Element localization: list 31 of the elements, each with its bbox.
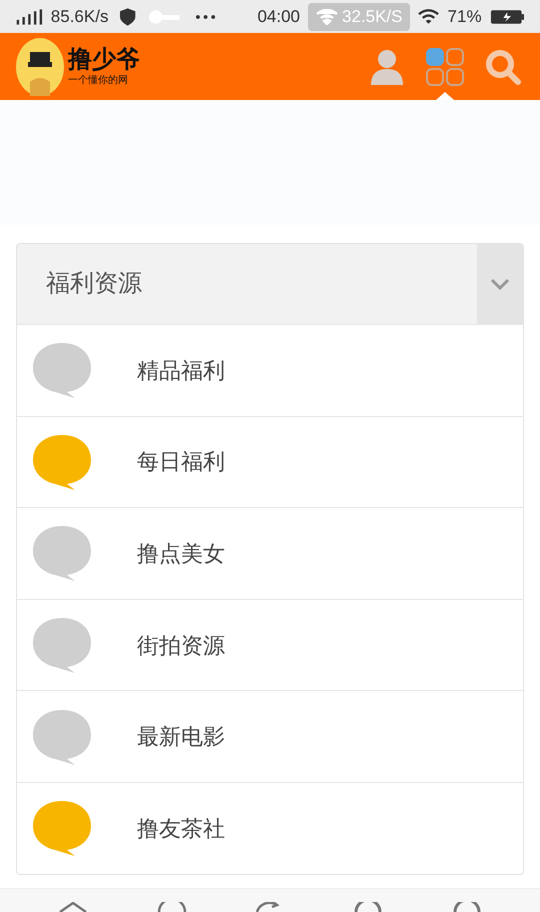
chevron-icon [490,278,510,290]
more-icon [196,14,216,18]
list-item[interactable]: 每日福利 [17,416,523,508]
item-label: 最新电影 [137,723,225,752]
signal-icon [16,8,43,24]
logo-title: 撸少爷 [68,48,140,72]
collapse-toggle[interactable] [477,244,523,324]
avatar-logo-icon [16,38,64,96]
logo-subtitle: 一个懂你的网 [68,76,129,86]
item-label: 撸点美女 [137,540,225,568]
panel-header[interactable]: 福利资源 [17,244,523,324]
item-label: 每日福利 [137,448,225,476]
list-item[interactable]: 精品福利 [17,324,523,416]
list-item[interactable]: 撸点美女 [17,507,523,599]
battery-percent: 71% [448,6,482,28]
wifi-icon [418,8,440,24]
item-label: 精品福利 [137,356,225,385]
wifi-icon [316,8,338,24]
item-label: 街拍资源 [137,632,225,660]
list-item[interactable]: 撸友茶社 [17,782,523,874]
panel-title: 福利资源 [46,269,142,299]
list-item[interactable]: 最新电影 [17,690,523,782]
shield-icon [120,8,136,26]
clock-time: 04:00 [257,6,300,28]
speed-text: 32.5K/S [342,6,402,28]
network-speed: 85.6K/s [50,6,108,28]
battery-icon [490,8,524,24]
list-item[interactable]: 街拍资源 [17,598,523,690]
item-label: 撸友茶社 [137,814,225,843]
home-icon[interactable] [58,902,88,912]
selection-pointer-icon [436,92,454,100]
